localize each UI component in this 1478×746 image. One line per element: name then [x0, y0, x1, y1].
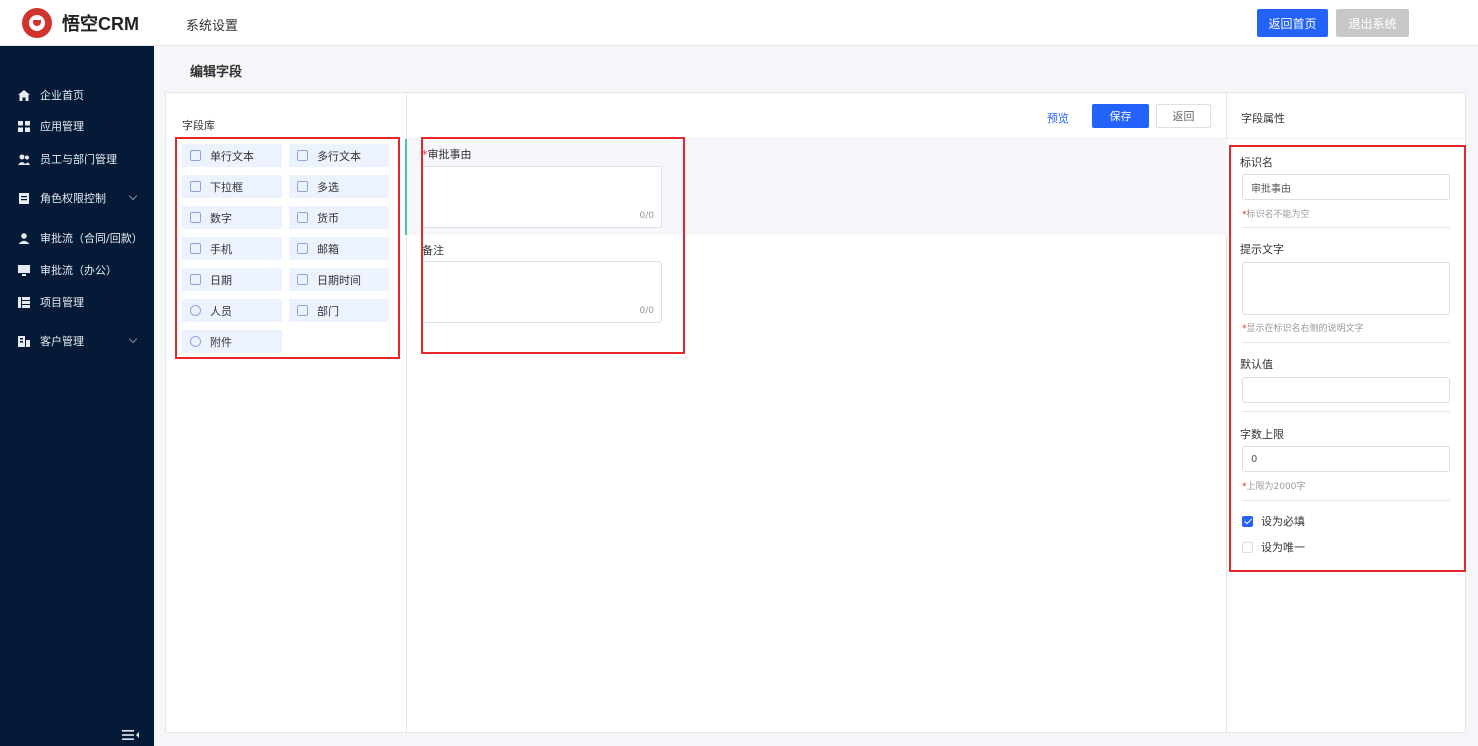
multi-text-icon — [297, 150, 308, 161]
field-chip-label: 手机 — [210, 242, 232, 256]
checkbox-icon — [297, 181, 308, 192]
preview-link[interactable]: 预览 — [1047, 110, 1069, 126]
phone-icon — [190, 243, 201, 254]
field-chip-number[interactable]: 数字 — [182, 206, 282, 229]
sidebar-item-label: 企业首页 — [40, 89, 84, 102]
field-chip-label: 多选 — [317, 180, 339, 194]
field-chip-label: 附件 — [210, 335, 232, 349]
department-icon — [297, 305, 308, 316]
sidebar-item-label: 员工与部门管理 — [40, 153, 117, 166]
sidebar-item-label: 客户管理 — [40, 335, 84, 348]
field-library-title: 字段库 — [182, 119, 215, 132]
properties-highlight — [1229, 145, 1466, 572]
field-chip-single-text[interactable]: 单行文本 — [182, 144, 282, 167]
back-button[interactable]: 返回 — [1156, 104, 1211, 128]
person-icon — [190, 305, 201, 316]
sidebar-item-roles[interactable]: 角色权限控制 — [0, 186, 154, 210]
sidebar-item-apps[interactable]: 应用管理 — [0, 114, 154, 138]
field-editor-panel: 字段库 单行文本 多行文本 下拉框 多选 数字 货币 手机 邮箱 日期 日期时间 — [165, 92, 1467, 734]
sidebar-item-staff[interactable]: 员工与部门管理 — [0, 147, 154, 171]
field-chip-label: 数字 — [210, 211, 232, 225]
field-chip-person[interactable]: 人员 — [182, 299, 282, 322]
sidebar-item-projects[interactable]: 项目管理 — [0, 290, 154, 314]
field-chip-currency[interactable]: 货币 — [289, 206, 389, 229]
monkey-logo-icon — [22, 8, 52, 38]
field-chip-label: 货币 — [317, 211, 339, 225]
role-icon — [18, 192, 30, 204]
page-title: 编辑字段 — [190, 65, 243, 80]
sidebar-item-approval-office[interactable]: 审批流（办公） — [0, 258, 154, 282]
sidebar-item-label: 角色权限控制 — [40, 192, 106, 205]
sidebar-item-customers[interactable]: 客户管理 — [0, 329, 154, 353]
header-title: 系统设置 — [186, 19, 239, 34]
form-canvas-highlight — [421, 137, 685, 354]
field-chip-attachment[interactable]: 附件 — [182, 330, 282, 353]
dropdown-icon — [190, 181, 201, 192]
attachment-icon — [190, 336, 201, 347]
currency-icon — [297, 212, 308, 223]
return-home-button[interactable]: 返回首页 — [1257, 9, 1328, 37]
home-icon — [18, 89, 30, 101]
exit-system-button[interactable]: 退出系统 — [1336, 9, 1409, 37]
logo-text: 悟空CRM — [62, 14, 139, 34]
field-chip-department[interactable]: 部门 — [289, 299, 389, 322]
grid-icon — [18, 120, 30, 132]
datetime-icon — [297, 274, 308, 285]
building-icon — [18, 335, 30, 347]
sidebar-item-home[interactable]: 企业首页 — [0, 83, 154, 107]
field-chip-label: 日期 — [210, 273, 232, 287]
single-text-icon — [190, 150, 201, 161]
field-chip-multi-text[interactable]: 多行文本 — [289, 144, 389, 167]
selected-field-indicator — [405, 139, 407, 235]
field-properties-title: 字段属性 — [1241, 112, 1285, 125]
users-icon — [18, 154, 30, 165]
field-chip-email[interactable]: 邮箱 — [289, 237, 389, 260]
sidebar-item-label: 项目管理 — [40, 296, 84, 309]
chevron-down-icon — [128, 191, 138, 201]
field-chip-label: 单行文本 — [210, 149, 254, 163]
chevron-down-icon — [128, 334, 138, 344]
field-chip-label: 邮箱 — [317, 242, 339, 256]
field-chip-label: 人员 — [210, 304, 232, 318]
date-icon — [190, 274, 201, 285]
sidebar-item-label: 审批流（合同/回款） — [40, 232, 143, 245]
field-chip-phone[interactable]: 手机 — [182, 237, 282, 260]
field-chip-date[interactable]: 日期 — [182, 268, 282, 291]
mail-icon — [297, 243, 308, 254]
sidebar-item-label: 应用管理 — [40, 120, 84, 133]
monitor-icon — [18, 264, 30, 276]
field-chip-datetime[interactable]: 日期时间 — [289, 268, 389, 291]
field-chip-label: 多行文本 — [317, 149, 361, 163]
sidebar: 企业首页 应用管理 员工与部门管理 角色权限控制 审批流（合同/回款） 审批流（… — [0, 46, 154, 746]
field-chip-label: 部门 — [317, 304, 339, 318]
user-icon — [18, 232, 30, 244]
field-chip-label: 下拉框 — [210, 180, 243, 194]
logo[interactable]: 悟空CRM — [22, 8, 139, 38]
field-chip-label: 日期时间 — [317, 273, 361, 287]
number-icon — [190, 212, 201, 223]
sidebar-item-approval-contract[interactable]: 审批流（合同/回款） — [0, 226, 154, 250]
top-header: 悟空CRM 系统设置 返回首页 退出系统 — [0, 0, 1478, 46]
sidebar-item-label: 审批流（办公） — [40, 264, 117, 277]
save-button[interactable]: 保存 — [1092, 104, 1149, 128]
collapse-menu-icon[interactable] — [122, 729, 139, 741]
field-chip-dropdown[interactable]: 下拉框 — [182, 175, 282, 198]
field-chip-multi-select[interactable]: 多选 — [289, 175, 389, 198]
properties-divider — [1227, 138, 1467, 139]
project-icon — [18, 296, 30, 308]
